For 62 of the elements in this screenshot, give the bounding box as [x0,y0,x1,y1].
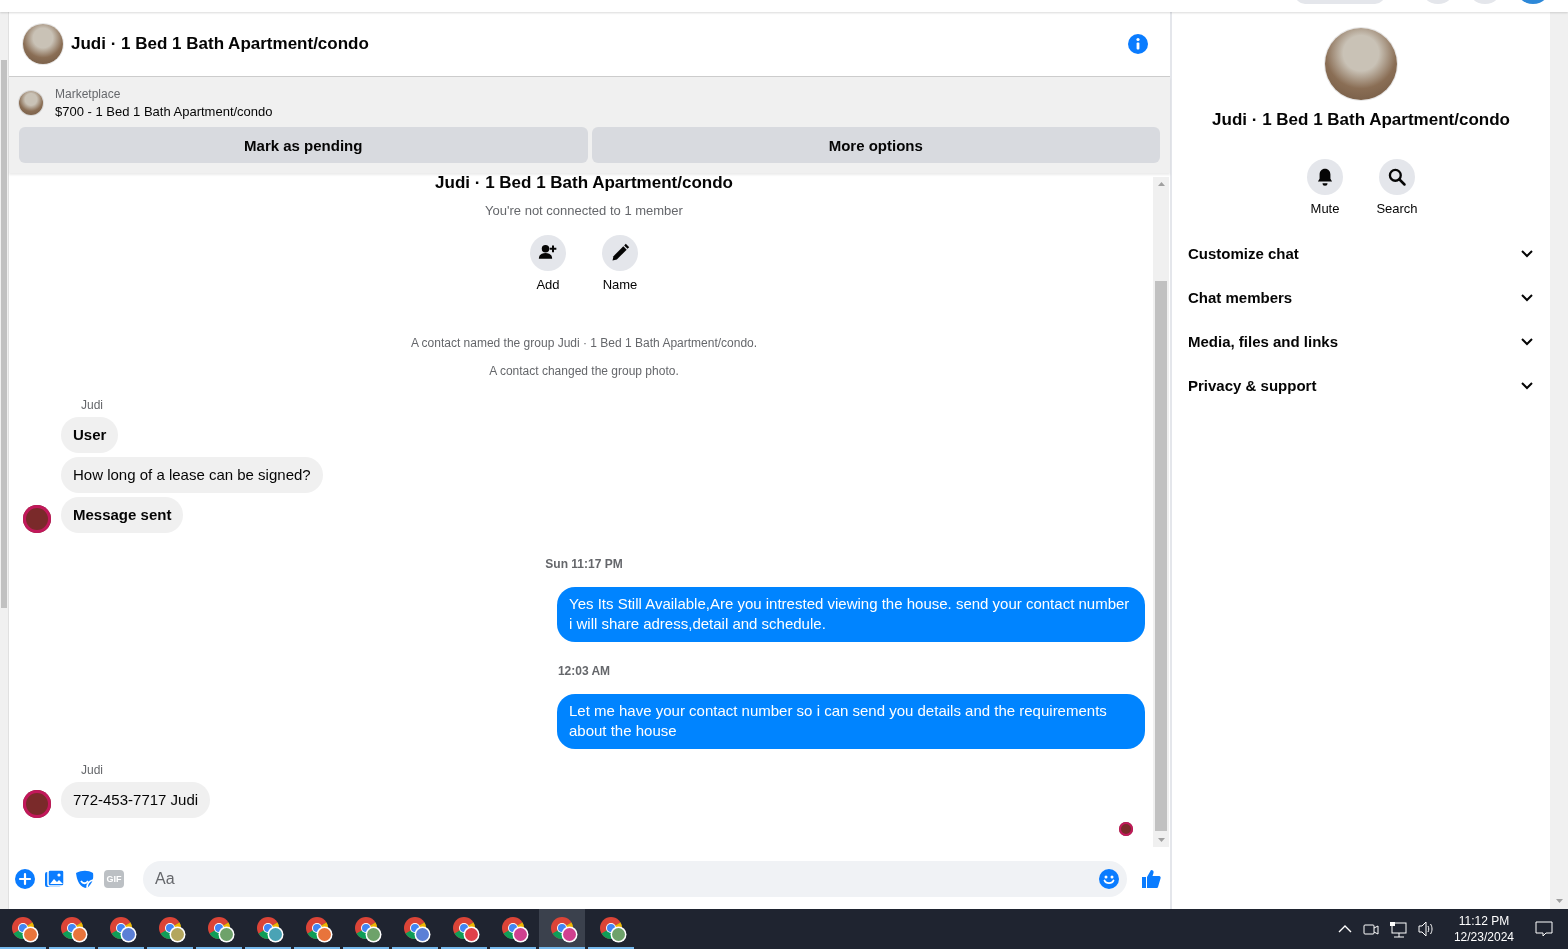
clock-date: 12/23/2024 [1453,929,1514,945]
scrollbar[interactable] [1550,12,1568,909]
action-label: Search [1376,201,1418,216]
chat-title: Judi · 1 Bed 1 Bath Apartment/condo [71,34,369,54]
timestamp: Sun 11:17 PM [544,557,624,571]
sticker-icon[interactable] [74,868,95,890]
message-bubble: Yes Its Still Available,Are you intrested viewing the house. send your contact number i will share adress,detail and schedule. [557,587,1145,642]
action-label: Add [536,277,560,292]
message-input-field[interactable]: Aa [143,861,1127,897]
connection-note: You're not connected to 1 member [484,203,684,218]
search-icon [1387,167,1407,187]
avatar[interactable] [23,505,51,533]
chevron-up-icon[interactable] [1336,923,1353,935]
avatar[interactable] [23,790,51,818]
pencil-icon [610,243,630,263]
message-bubble: Message sent [61,497,184,533]
speaker-icon[interactable] [1416,920,1434,938]
info-icon[interactable] [1128,34,1148,54]
mark-pending-button[interactable]: Mark as pending [19,127,588,163]
group-photo-placeholder [1325,28,1397,100]
section-toggle[interactable]: Chat members [1180,275,1542,319]
message-bubble: How long of a lease can be signed? [61,457,323,493]
notification-icon[interactable] [1534,919,1554,939]
action-label: Name [602,277,638,292]
listing-label: Marketplace [55,87,122,101]
thread-title: Judi · 1 Bed 1 Bath Apartment/condo [434,173,734,193]
more-options-button[interactable]: More options [591,127,1160,163]
read-receipt-avatar [1119,822,1133,836]
emoji-icon[interactable] [1099,869,1119,889]
section-toggle[interactable]: Privacy & support [1180,363,1542,407]
listing-photo-placeholder [19,91,43,115]
scrollbar[interactable] [0,12,9,909]
thumbs-up-icon[interactable] [1140,868,1162,890]
sender-name: Judi [81,398,104,412]
message-bubble: Let me have your contact number so i can send you details and the requirements about the house [557,694,1145,749]
listing-title[interactable]: $700 - 1 Bed 1 Bath Apartment/condo [55,104,273,119]
circle-button[interactable] [530,235,566,271]
plus-icon[interactable] [15,869,35,889]
circle-button[interactable] [1307,159,1343,195]
timestamp: 12:03 AM [556,664,612,678]
browser-taskbar-button[interactable] [539,909,585,949]
section-label: Customize chat [1188,244,1299,262]
section-toggle[interactable]: Customize chat [1180,231,1542,275]
group-name: Judi · 1 Bed 1 Bath Apartment/condo [1212,110,1510,130]
sender-name: Judi [81,763,104,777]
network-icon[interactable] [1388,920,1407,938]
photo-icon[interactable] [44,869,65,889]
bell-icon [1315,167,1335,187]
system-note: A contact changed the group photo. [488,364,680,378]
system-note: A contact named the group Judi · 1 Bed 1 Bath Apartment/condo. [409,336,759,350]
section-label: Media, files and links [1188,332,1339,350]
circle-button[interactable] [1379,159,1415,195]
section-label: Privacy & support [1188,376,1317,394]
clock-time: 11:12 PM [1458,913,1510,929]
action-label: Mute [1310,201,1340,216]
section-label: Chat members [1188,288,1293,306]
camera-icon[interactable] [1362,921,1379,937]
message-bubble: 772-453-7717 Judi [61,782,211,818]
message-bubble: User [61,417,119,453]
circle-button[interactable] [602,235,638,271]
section-toggle[interactable]: Media, files and links [1180,319,1542,363]
group-photo-placeholder [23,24,63,64]
